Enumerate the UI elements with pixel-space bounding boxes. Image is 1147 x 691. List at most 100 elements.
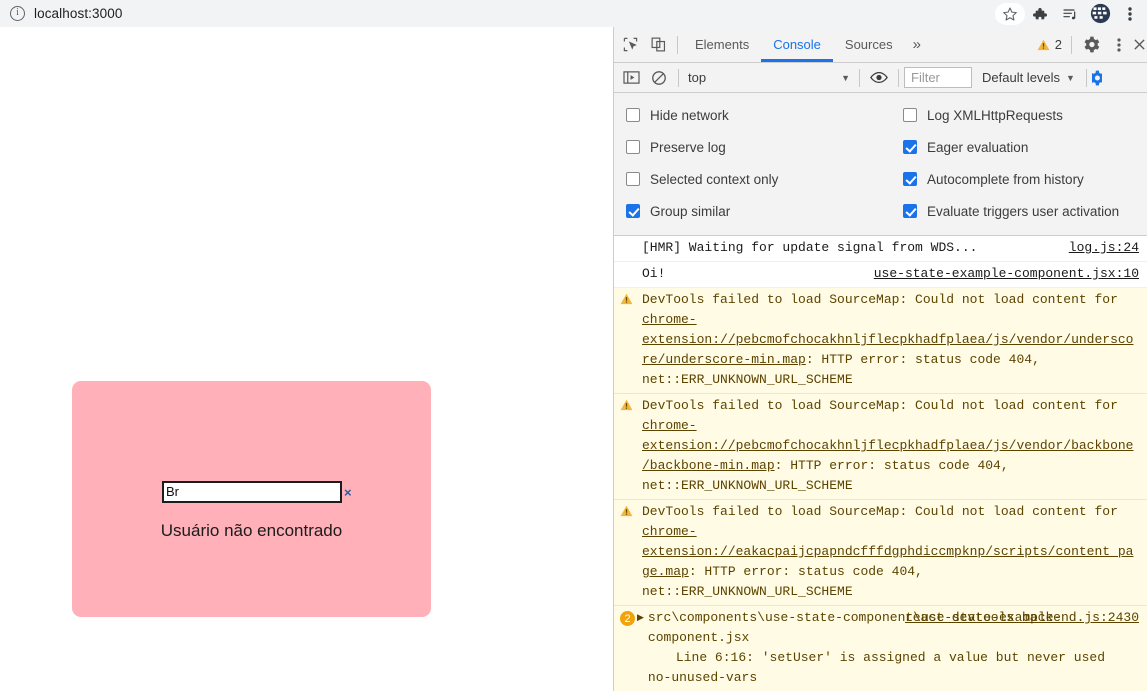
console-message-hmr[interactable]: [HMR] Waiting for update signal from WDS… xyxy=(614,236,1147,262)
console-settings-pane: Hide network Log XMLHttpRequests Preserv… xyxy=(614,93,1147,236)
chrome-menu-button[interactable] xyxy=(1115,0,1145,27)
more-tabs-button[interactable]: » xyxy=(905,36,929,53)
setting-log-xhr[interactable]: Log XMLHttpRequests xyxy=(891,99,1147,131)
profile-avatar-icon xyxy=(1090,3,1111,24)
group-count-badge: 2 xyxy=(620,611,635,626)
setting-group-similar-label: Group similar xyxy=(650,203,731,219)
execution-context-selector[interactable]: top ▼ xyxy=(684,67,854,89)
console-message-source[interactable]: react_devtools_backend.js:2430 xyxy=(905,608,1139,628)
clear-console-button[interactable] xyxy=(645,64,673,92)
clear-input-icon[interactable]: × xyxy=(344,483,352,501)
console-toolbar-divider-3 xyxy=(898,68,899,87)
console-filter-placeholder: Filter xyxy=(911,70,940,85)
warning-triangle-icon xyxy=(620,396,642,496)
address-bar-url: localhost:3000 xyxy=(34,6,123,21)
extensions-button[interactable] xyxy=(1025,0,1055,27)
device-toolbar-icon xyxy=(650,36,667,53)
devtools-tabbar: Elements Console Sources » 2 xyxy=(614,27,1147,63)
console-message-log-1[interactable]: Oi! use-state-example-component.jsx:10 xyxy=(614,262,1147,288)
inspect-element-button[interactable] xyxy=(616,31,644,59)
console-filter-input[interactable]: Filter xyxy=(904,67,972,88)
devtools-menu-button[interactable] xyxy=(1105,31,1133,59)
warning-prefix: DevTools failed to load SourceMap: Could… xyxy=(642,292,1118,307)
bookmark-star-button[interactable] xyxy=(995,0,1025,27)
address-bar[interactable]: localhost:3000 xyxy=(0,0,995,27)
log-levels-selector[interactable]: Default levels ▼ xyxy=(972,70,1081,85)
user-search-input[interactable] xyxy=(164,483,344,501)
checkbox-eager-evaluation[interactable] xyxy=(903,140,917,154)
inspect-element-icon xyxy=(622,36,639,53)
tab-elements-label: Elements xyxy=(695,37,750,52)
tab-sources-label: Sources xyxy=(844,37,893,52)
setting-preserve-log[interactable]: Preserve log xyxy=(614,131,891,163)
devtools-settings-button[interactable] xyxy=(1077,31,1105,59)
checkbox-group-similar[interactable] xyxy=(626,204,640,218)
console-settings-button[interactable] xyxy=(1091,64,1102,92)
profile-button[interactable] xyxy=(1085,0,1115,27)
expand-triangle-icon[interactable]: ▶ xyxy=(637,608,644,688)
console-warning-body: DevTools failed to load SourceMap: Could… xyxy=(642,502,1141,602)
user-search-input-wrapper[interactable]: × xyxy=(162,481,352,503)
setting-eager-evaluation-label: Eager evaluation xyxy=(927,139,1029,155)
close-icon xyxy=(1133,38,1145,51)
user-search-card: × Usuário não encontrado xyxy=(72,381,431,617)
console-message-source[interactable]: log.js:24 xyxy=(1069,238,1139,258)
devtools-close-button[interactable] xyxy=(1133,31,1145,59)
console-message-list[interactable]: [HMR] Waiting for update signal from WDS… xyxy=(614,236,1147,691)
console-settings-gear-icon xyxy=(1091,70,1102,86)
device-toolbar-button[interactable] xyxy=(644,31,672,59)
live-expression-button[interactable] xyxy=(865,64,893,92)
setting-preserve-log-label: Preserve log xyxy=(650,139,726,155)
page-viewport: × Usuário não encontrado xyxy=(0,27,613,691)
warning-count-text: 2 xyxy=(1054,37,1062,52)
warning-triangle-icon xyxy=(620,502,642,602)
tabbar-divider-2 xyxy=(1071,35,1072,54)
setting-hide-network-label: Hide network xyxy=(650,107,729,123)
console-toolbar-divider-2 xyxy=(859,68,860,87)
tab-console-label: Console xyxy=(773,37,821,52)
console-message-source[interactable]: use-state-example-component.jsx:10 xyxy=(874,264,1139,284)
console-warning-sourcemap-backbone[interactable]: DevTools failed to load SourceMap: Could… xyxy=(614,394,1147,500)
checkbox-selected-context-only[interactable] xyxy=(626,172,640,186)
media-list-button[interactable] xyxy=(1055,0,1085,27)
devtools-panel: Elements Console Sources » 2 top ▼ Filte… xyxy=(613,27,1147,691)
setting-eager-evaluation[interactable]: Eager evaluation xyxy=(891,131,1147,163)
eslint-detail-line: Line 6:16: 'setUser' is assigned a value… xyxy=(675,650,1105,665)
message-gutter xyxy=(620,264,642,284)
setting-selected-context-only[interactable]: Selected context only xyxy=(614,163,891,195)
setting-evaluate-triggers[interactable]: Evaluate triggers user activation xyxy=(891,195,1147,227)
execution-context-label: top xyxy=(688,70,707,85)
browser-toolbar: localhost:3000 xyxy=(0,0,1147,27)
checkbox-evaluate-triggers[interactable] xyxy=(903,204,917,218)
warning-count-badge[interactable]: 2 xyxy=(1033,37,1066,52)
setting-autocomplete-history[interactable]: Autocomplete from history xyxy=(891,163,1147,195)
browser-action-group xyxy=(995,0,1147,27)
star-icon xyxy=(995,2,1025,25)
checkbox-autocomplete-history[interactable] xyxy=(903,172,917,186)
setting-hide-network[interactable]: Hide network xyxy=(614,99,891,131)
checkbox-preserve-log[interactable] xyxy=(626,140,640,154)
log-levels-label: Default levels xyxy=(982,70,1061,85)
console-warning-sourcemap-underscore[interactable]: DevTools failed to load SourceMap: Could… xyxy=(614,288,1147,394)
tab-elements[interactable]: Elements xyxy=(683,27,761,62)
warning-prefix: DevTools failed to load SourceMap: Could… xyxy=(642,398,1118,413)
page-info-icon[interactable] xyxy=(10,6,25,21)
setting-group-similar[interactable]: Group similar xyxy=(614,195,891,227)
setting-evaluate-triggers-label: Evaluate triggers user activation xyxy=(927,203,1120,219)
console-warning-sourcemap-content-page[interactable]: DevTools failed to load SourceMap: Could… xyxy=(614,500,1147,606)
console-toolbar: top ▼ Filter Default levels ▼ xyxy=(614,63,1147,93)
checkbox-hide-network[interactable] xyxy=(626,108,640,122)
tab-sources[interactable]: Sources xyxy=(833,27,905,62)
screenshot-root: localhost:3000 xyxy=(0,0,1147,691)
eye-icon xyxy=(870,71,888,84)
gear-icon xyxy=(1083,36,1100,53)
setting-log-xhr-label: Log XMLHttpRequests xyxy=(927,107,1063,123)
checkbox-log-xhr[interactable] xyxy=(903,108,917,122)
clear-console-icon xyxy=(651,70,667,86)
list-music-icon xyxy=(1061,6,1079,22)
console-grouped-warning-eslint[interactable]: 2 ▶ src\components\use-state-component\u… xyxy=(614,606,1147,691)
console-sidebar-button[interactable] xyxy=(617,64,645,92)
kebab-menu-icon xyxy=(1128,6,1132,22)
console-message-text: [HMR] Waiting for update signal from WDS… xyxy=(642,240,978,255)
tab-console[interactable]: Console xyxy=(761,27,833,62)
